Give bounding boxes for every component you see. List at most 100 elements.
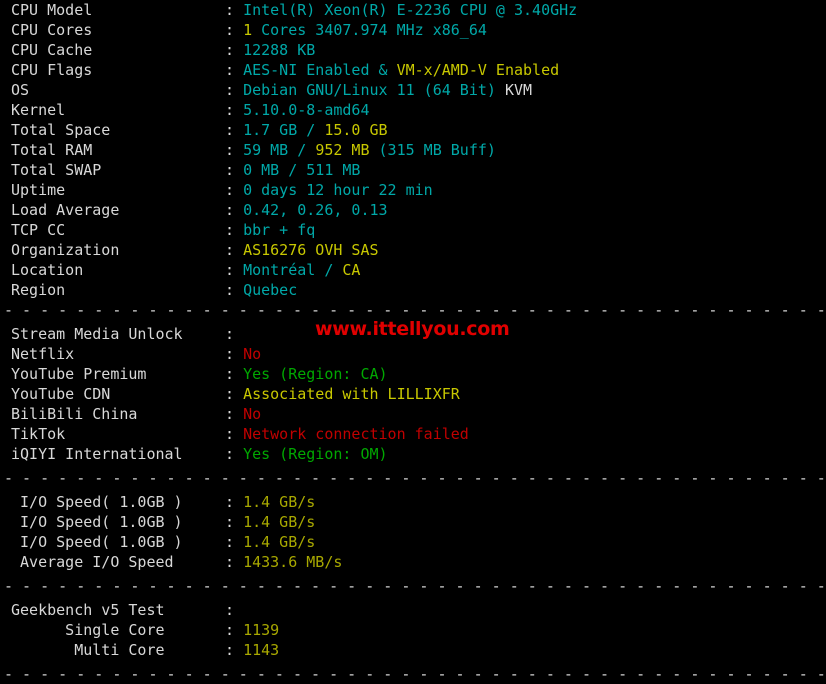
info-row-colon: :	[225, 241, 235, 259]
info-row-value: Network connection failed	[243, 425, 469, 443]
info-row-label: YouTube CDN	[11, 385, 111, 403]
info-row-value: Cores 3407.974 MHz x86_64	[252, 21, 487, 39]
info-row-gap	[234, 241, 243, 259]
info-row-value: /	[324, 261, 343, 279]
info-row-colon: :	[225, 553, 235, 571]
info-row-colon: :	[225, 61, 235, 79]
info-row-value: 1.7 GB	[243, 121, 307, 139]
section-separator: - - - - - - - - - - - - - - - - - - - - …	[4, 665, 826, 683]
info-row: TikTok: Network connection failed	[0, 424, 826, 444]
info-row-gap	[234, 445, 243, 463]
info-row-gap	[234, 553, 243, 571]
info-row-colon: :	[225, 1, 235, 19]
info-row: CPU Cache: 12288 KB	[0, 40, 826, 60]
info-row-gap	[234, 161, 243, 179]
info-row-gap	[234, 221, 243, 239]
info-row-label: OS	[11, 81, 30, 99]
info-row-value: /	[306, 121, 325, 139]
info-row-colon: :	[225, 445, 235, 463]
info-row-colon: :	[225, 21, 235, 39]
info-row-value: /	[297, 141, 316, 159]
info-row-label: BiliBili China	[11, 405, 138, 423]
info-row-label: Stream Media Unlock	[11, 325, 183, 343]
info-row-value: AES-NI Enabled	[243, 61, 370, 79]
info-row: I/O Speed( 1.0GB ): 1.4 GB/s	[0, 512, 826, 532]
info-row-value: 15.0 GB	[324, 121, 388, 139]
info-row-value: Yes (Region: OM)	[243, 445, 388, 463]
info-row: I/O Speed( 1.0GB ): 1.4 GB/s	[0, 492, 826, 512]
info-row: iQIYI International: Yes (Region: OM)	[0, 444, 826, 464]
info-row-gap	[234, 61, 243, 79]
info-row-colon: :	[225, 405, 235, 423]
info-row-label: TikTok	[11, 425, 66, 443]
info-row-value: Intel(R) Xeon(R) E-2236 CPU @ 3.40GHz	[243, 1, 578, 19]
info-row-gap	[234, 513, 243, 531]
info-row-label: CPU Flags	[11, 61, 93, 79]
info-row-value: (315 MB Buff)	[369, 141, 496, 159]
info-row: Load Average: 0.42, 0.26, 0.13	[0, 200, 826, 220]
info-row-colon: :	[225, 121, 235, 139]
info-row-value: No	[243, 405, 262, 423]
info-row-value: 1433.6 MB/s	[243, 553, 343, 571]
info-row-value: Yes (Region: CA)	[243, 365, 388, 383]
section-separator: - - - - - - - - - - - - - - - - - - - - …	[4, 577, 826, 595]
info-row-value: bbr + fq	[243, 221, 316, 239]
info-row: YouTube CDN: Associated with LILLIXFR	[0, 384, 826, 404]
info-row-value: 1139	[243, 621, 280, 639]
info-row-colon: :	[225, 365, 235, 383]
info-row-label: Region	[11, 281, 66, 299]
info-row: Organization: AS16276 OVH SAS	[0, 240, 826, 260]
info-row: CPU Cores: 1 Cores 3407.974 MHz x86_64	[0, 20, 826, 40]
info-row: Geekbench v5 Test:	[0, 600, 826, 620]
info-row-gap	[234, 101, 243, 119]
io-speed-section: I/O Speed( 1.0GB ): 1.4 GB/s I/O Speed( …	[0, 492, 826, 572]
info-row-value: 0 days 12 hour 22 min	[243, 181, 433, 199]
info-row: BiliBili China: No	[0, 404, 826, 424]
info-row-colon: :	[225, 161, 235, 179]
info-row-value: 1	[243, 21, 253, 39]
info-row-gap	[234, 345, 243, 363]
info-row: Single Core: 1139	[0, 620, 826, 640]
info-row: Total SWAP: 0 MB / 511 MB	[0, 160, 826, 180]
geekbench-section: Geekbench v5 Test: Single Core: 1139 Mul…	[0, 600, 826, 660]
info-row-gap	[234, 365, 243, 383]
info-row: OS: Debian GNU/Linux 11 (64 Bit) KVM	[0, 80, 826, 100]
info-row-gap	[234, 493, 243, 511]
info-row-label: Multi Core	[11, 641, 165, 659]
info-row-colon: :	[225, 641, 235, 659]
info-row-colon: :	[225, 601, 235, 619]
info-row-label: Total Space	[11, 121, 111, 139]
info-row-gap	[234, 21, 243, 39]
info-row-colon: :	[225, 425, 235, 443]
info-row-colon: :	[225, 325, 235, 343]
info-row-gap	[234, 141, 243, 159]
info-row-gap	[234, 201, 243, 219]
info-row-gap	[234, 81, 243, 99]
site-watermark: www.ittellyou.com	[315, 318, 510, 340]
info-row-gap	[234, 533, 243, 551]
info-row-label: Total SWAP	[11, 161, 102, 179]
info-row: Average I/O Speed: 1433.6 MB/s	[0, 552, 826, 572]
terminal-output: www.ittellyou.com CPU Model: Intel(R) Xe…	[0, 0, 826, 683]
info-row-colon: :	[225, 81, 235, 99]
info-row: Multi Core: 1143	[0, 640, 826, 660]
info-row-value: 59 MB	[243, 141, 298, 159]
info-row-value: Debian GNU/Linux 11 (64 Bit)	[243, 81, 505, 99]
info-row-colon: :	[225, 385, 235, 403]
info-row: Location: Montréal / CA	[0, 260, 826, 280]
info-row-gap	[234, 385, 243, 403]
info-row-value: 1.4 GB/s	[243, 533, 316, 551]
info-row-gap	[234, 181, 243, 199]
info-row-value: 952 MB	[315, 141, 370, 159]
info-row-colon: :	[225, 261, 235, 279]
info-row: TCP CC: bbr + fq	[0, 220, 826, 240]
info-row-label: Total RAM	[11, 141, 93, 159]
info-row-value: VM-x/AMD-V Enabled	[396, 61, 560, 79]
info-row-value: 12288 KB	[243, 41, 316, 59]
info-row-colon: :	[225, 41, 235, 59]
info-row-value: Quebec	[243, 281, 298, 299]
info-row-value: &	[369, 61, 397, 79]
info-row: Region: Quebec	[0, 280, 826, 300]
info-row: Netflix: No	[0, 344, 826, 364]
info-row-colon: :	[225, 621, 235, 639]
